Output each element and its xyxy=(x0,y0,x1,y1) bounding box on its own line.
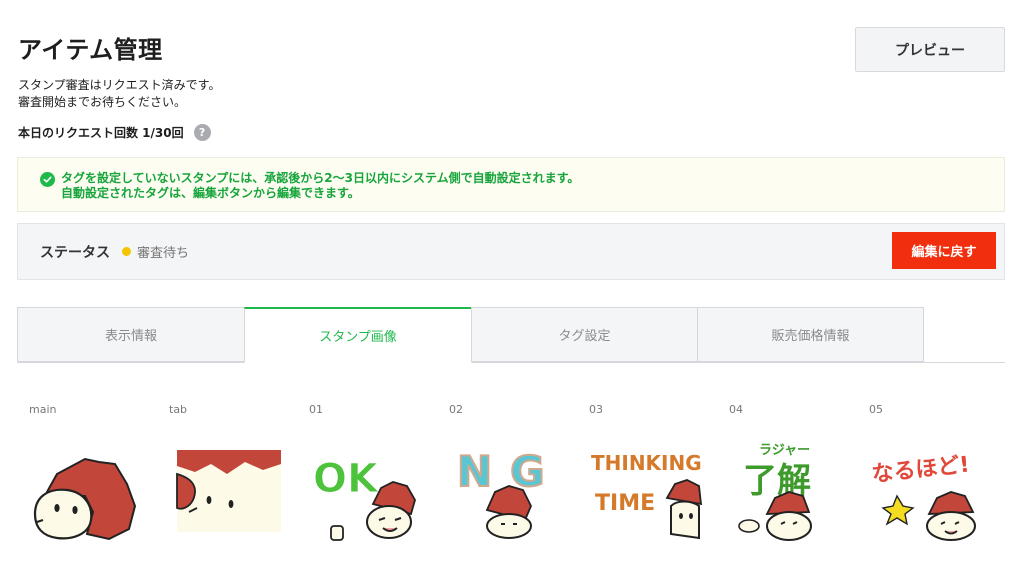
notice-line: タグを設定していないスタンプには、承認後から2～3日以内にシステム側で自動設定さ… xyxy=(61,171,580,185)
sticker-label: 03 xyxy=(589,403,603,416)
sticker-item[interactable]: 03 THINKING TIME xyxy=(577,398,707,548)
sticker-label: main xyxy=(29,403,57,416)
status-dot-icon xyxy=(122,247,131,256)
sticker-label: 04 xyxy=(729,403,743,416)
status-message: スタンプ審査はリクエスト済みです。 審査開始までお待ちください。 xyxy=(18,77,220,111)
status-message-line: スタンプ審査はリクエスト済みです。 xyxy=(18,78,221,92)
tab-display-info[interactable]: 表示情報 xyxy=(17,307,245,362)
status-label: ステータス xyxy=(40,244,110,261)
tab-sticker-images[interactable]: スタンプ画像 xyxy=(244,307,472,363)
tab-price-info[interactable]: 販売価格情報 xyxy=(697,307,924,362)
svg-text:THINKING: THINKING xyxy=(591,451,702,475)
thinking-time-sticker-icon: THINKING TIME xyxy=(591,451,703,540)
svg-text:TIME: TIME xyxy=(595,491,655,516)
request-count-label: 本日のリクエスト回数 1/30回 xyxy=(18,126,184,140)
hedgehog-main-icon xyxy=(33,457,137,541)
preview-button[interactable]: プレビュー xyxy=(855,27,1005,72)
sticker-grid: main tab 01 OK 02 NG 03 THINKING TIME 04… xyxy=(17,398,1005,558)
sticker-label: 02 xyxy=(449,403,463,416)
status-bar: ステータス 審査待ち 編集に戻す xyxy=(17,223,1005,280)
tab-bar: 表示情報 スタンプ画像 タグ設定 販売価格情報 xyxy=(17,307,1005,363)
status-value: 審査待ち xyxy=(137,246,190,261)
help-icon[interactable]: ? xyxy=(193,124,211,141)
sticker-item[interactable]: 01 OK xyxy=(297,398,427,548)
naruhodo-sticker-icon: なるほど! xyxy=(871,452,976,541)
status-message-line: 審査開始までお待ちください。 xyxy=(18,95,187,109)
notice-box: タグを設定していないスタンプには、承認後から2～3日以内にシステム側で自動設定さ… xyxy=(17,157,1005,212)
svg-text:ラジャー: ラジャー xyxy=(759,443,810,458)
hedgehog-tab-icon xyxy=(176,450,281,532)
ryokai-sticker-icon: ラジャー 了解 xyxy=(738,443,812,541)
sticker-label: 01 xyxy=(309,403,323,416)
sticker-label: tab xyxy=(169,403,188,416)
request-count: 本日のリクエスト回数 1/30回 ? xyxy=(18,124,211,141)
ok-sticker-icon: OK xyxy=(313,456,416,541)
svg-text:OK: OK xyxy=(313,456,380,502)
svg-text:なるほど!: なるほど! xyxy=(871,452,971,487)
sticker-item[interactable]: 05 なるほど! xyxy=(857,398,987,548)
ng-sticker-icon: NG xyxy=(456,446,546,539)
check-circle-icon xyxy=(40,172,55,187)
sticker-item[interactable]: tab xyxy=(157,398,287,548)
back-to-edit-button[interactable]: 編集に戻す xyxy=(892,232,996,269)
page-title: アイテム管理 xyxy=(18,36,163,64)
sticker-item[interactable]: 02 NG xyxy=(437,398,567,548)
tab-tag-settings[interactable]: タグ設定 xyxy=(471,307,698,362)
notice-line: 自動設定されたタグは、編集ボタンから編集できます。 xyxy=(61,186,360,200)
sticker-label: 05 xyxy=(869,403,883,416)
sticker-item[interactable]: 04 ラジャー 了解 xyxy=(717,398,847,548)
sticker-item[interactable]: main xyxy=(17,398,147,548)
